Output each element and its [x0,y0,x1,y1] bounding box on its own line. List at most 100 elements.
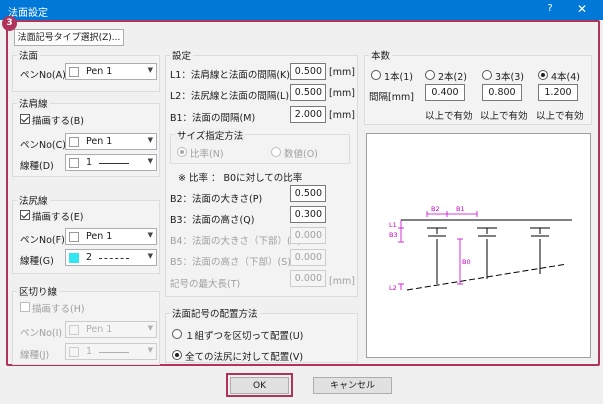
pen-value: Pen 1 [86,136,113,147]
katagawa-pen-select[interactable]: Pen 1 ▼ [65,133,157,150]
houmen-title: 法面 [17,48,41,62]
interval-label: 間隔[mm] [369,92,414,103]
color-swatch [69,137,79,147]
b1-unit: [mm] [329,110,355,121]
placement-title: 法面記号の配置方法 [170,306,260,320]
count-3-label: 3本(3) [495,72,525,83]
max-length-label: 記号の最大長(T) [170,279,241,290]
katagawa-title: 法肩線 [17,96,50,110]
pen-value: Pen 1 [86,231,113,242]
l2-input[interactable]: 0.500 [290,84,326,101]
color-swatch [69,347,79,357]
count-1-label: 1本(1) [384,72,414,83]
ratio-label: 比率(N) [190,149,224,160]
b2-input[interactable]: 0.500 [290,185,326,202]
b1-input[interactable]: 2.000 [290,106,326,123]
jiri-title: 法尻線 [17,193,50,207]
pen-value: Pen 1 [86,324,113,335]
houmen-pen-label: ペンNo(A) [20,70,66,81]
label-b0: B0 [462,258,471,266]
numeric-radio[interactable] [271,147,281,157]
numeric-label: 数値(O) [284,149,318,160]
interval-3-input[interactable]: 0.800 [482,84,522,101]
jiri-line-select[interactable]: 2 ▼ [65,249,157,266]
close-button[interactable]: ✕ [574,2,590,16]
max-length-input[interactable]: 0.000 [290,270,326,287]
placement-opt1-radio[interactable] [172,329,182,339]
kugiri-pen-label: ペンNo(I) [20,328,63,339]
katagawa-line-select[interactable]: 1 ▼ [65,154,157,171]
kugiri-title: 区切り線 [17,284,60,298]
chevron-down-icon: ▼ [147,324,153,332]
l2-unit: [mm] [329,88,355,99]
count-2-label: 2本(2) [438,72,468,83]
b3-input[interactable]: 0.300 [290,206,326,223]
l1-input[interactable]: 0.500 [290,63,326,80]
l1-label: L1：法肩線と法面の間隔(K) [170,70,290,81]
ratio-note: ※ 比率 ： B0に対しての比率 [178,173,303,184]
max-length-unit: [mm] [329,276,355,287]
count-4-label: 4本(4) [551,72,581,83]
symbol-type-button[interactable]: 法面記号タイプ選択(Z)... [14,29,124,46]
katagawa-line-label: 線種(D) [20,161,54,172]
line-value: 1 [86,346,93,357]
count-1-radio[interactable] [371,70,381,80]
b2-label: B2：法面の大きさ(P) [170,194,263,205]
l2-label: L2：法尻線と法面の間隔(L) [170,91,290,102]
count-2-radio[interactable] [425,70,435,80]
label-l1: L1 [389,221,397,229]
chevron-down-icon: ▼ [147,252,153,260]
ratio-radio[interactable] [177,147,187,157]
l1-unit: [mm] [329,67,355,78]
pen-value: Pen 1 [86,66,113,77]
line-sample [99,352,129,353]
b4-label: B4：法面の大きさ（下部）(R) [170,236,302,247]
color-swatch [69,325,79,335]
line-value: 2 [86,252,93,263]
color-swatch [69,67,79,77]
line-value: 1 [86,157,93,168]
line-sample [99,163,129,164]
b1-label: B1：法面の間隔(M) [170,113,256,124]
jiri-line-label: 線種(G) [20,256,54,267]
count-4-radio[interactable] [538,70,548,80]
chevron-down-icon: ▼ [147,66,153,74]
placement-opt1-label: １組ずつを区切って配置(U) [185,331,304,342]
houmen-pen-select[interactable]: Pen 1 ▼ [65,63,157,80]
label-b2: B2 [431,205,440,213]
interval-2-input[interactable]: 0.400 [425,84,465,101]
ok-button[interactable]: OK [230,377,289,394]
color-swatch [69,232,79,242]
settings-title: 設定 [170,48,194,62]
help-button[interactable]: ? [543,3,557,14]
step-badge: 3 [2,16,17,31]
color-swatch [69,253,79,263]
preview-panel: B2 B1 L1 B3 B0 L2 [366,133,591,358]
chevron-down-icon: ▼ [147,231,153,239]
kugiri-line-label: 線種(J) [20,350,50,361]
cancel-button[interactable]: キャンセル [313,377,392,394]
label-b1: B1 [456,205,465,213]
size-method-title: サイズ指定方法 [175,128,246,142]
b3-label: B3：法面の高さ(Q) [170,215,255,226]
jiri-draw-label: 描画する(E) [32,212,84,223]
count-title: 本数 [369,48,393,62]
count-3-radio[interactable] [482,70,492,80]
interval-2-note: 以上で有効 [425,111,473,122]
placement-opt2-radio[interactable] [172,350,182,360]
placement-opt2-label: 全ての法尻に対して配置(V) [185,352,304,363]
kugiri-draw-checkbox[interactable] [20,302,30,312]
jiri-pen-label: ペンNo(F) [20,235,65,246]
title-bar: 法面設定 ? ✕ [0,0,603,20]
interval-4-input[interactable]: 1.200 [538,84,578,101]
line-sample [99,258,129,259]
jiri-draw-checkbox[interactable] [20,210,30,220]
jiri-pen-select[interactable]: Pen 1 ▼ [65,228,157,245]
katagawa-draw-label: 描画する(B) [32,116,84,127]
kugiri-line-select[interactable]: 1 ▼ [65,343,157,360]
kugiri-pen-select[interactable]: Pen 1 ▼ [65,321,157,338]
color-swatch [69,158,79,168]
b4-input[interactable]: 0.000 [290,227,326,244]
katagawa-draw-checkbox[interactable] [20,114,30,124]
b5-input[interactable]: 0.000 [290,249,326,266]
